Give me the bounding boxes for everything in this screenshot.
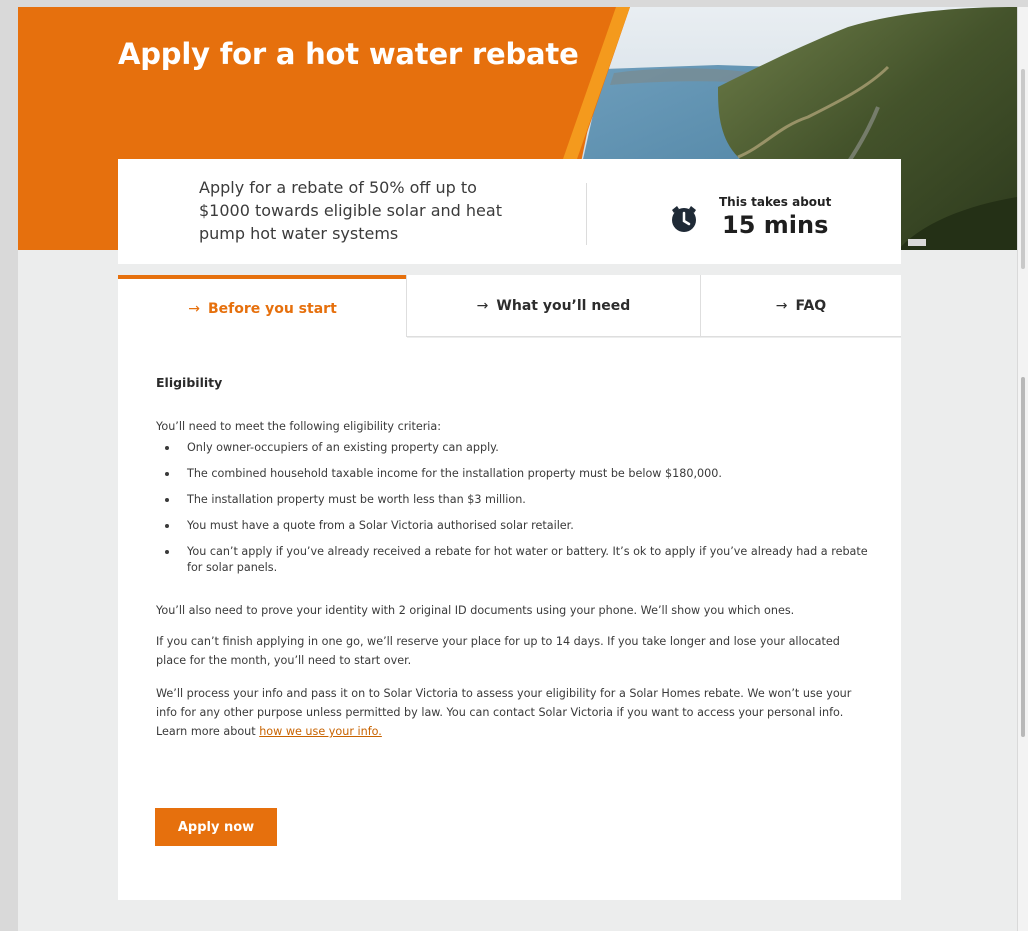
page-title: Apply for a hot water rebate [118,37,579,71]
summary-card: Apply for a rebate of 50% off up to $100… [118,159,901,264]
time-label: This takes about [719,195,832,209]
privacy-text: We’ll process your info and pass it on t… [156,684,866,741]
tab-bar: → Before you start → What you’ll need → … [118,275,901,338]
arrow-right-icon: → [775,297,788,314]
list-item: The installation property must be worth … [165,492,876,508]
tab-label: FAQ [795,297,827,314]
arrow-right-icon: → [476,297,489,314]
eligibility-intro: You’ll need to meet the following eligib… [156,420,442,433]
scrollbar-thumb-top[interactable] [1021,69,1025,269]
summary-text: Apply for a rebate of 50% off up to $100… [199,178,502,243]
arrow-right-icon: → [188,300,200,317]
reserve-text: If you can’t finish applying in one go, … [156,635,840,667]
scrollbar[interactable] [1018,7,1028,931]
time-value: 15 mins [722,211,829,239]
list-item: The combined household taxable income fo… [165,466,876,482]
list-item: You can’t apply if you’ve already receiv… [165,544,876,576]
page: Apply for a hot water rebate Apply for a… [18,7,1017,931]
tab-panel: Eligibility You’ll need to meet the foll… [118,338,901,900]
tab-before-you-start[interactable]: → Before you start [118,275,407,338]
eligibility-heading: Eligibility [156,375,223,390]
eligibility-list: Only owner-occupiers of an existing prop… [156,440,876,586]
tab-label: What you’ll need [496,297,631,314]
alarm-clock-icon [672,206,696,232]
tab-what-youll-need[interactable]: → What you’ll need [406,275,700,337]
list-item: Only owner-occupiers of an existing prop… [165,440,876,456]
tab-label: Before you start [207,300,337,317]
tab-faq[interactable]: → FAQ [700,275,901,337]
identity-text: You’ll also need to prove your identity … [156,604,795,617]
list-item: You must have a quote from a Solar Victo… [165,518,876,534]
privacy-link[interactable]: how we use your info. [259,725,382,738]
scrollbar-thumb[interactable] [1021,377,1025,737]
apply-now-button[interactable]: Apply now [155,808,277,846]
divider [586,183,587,245]
